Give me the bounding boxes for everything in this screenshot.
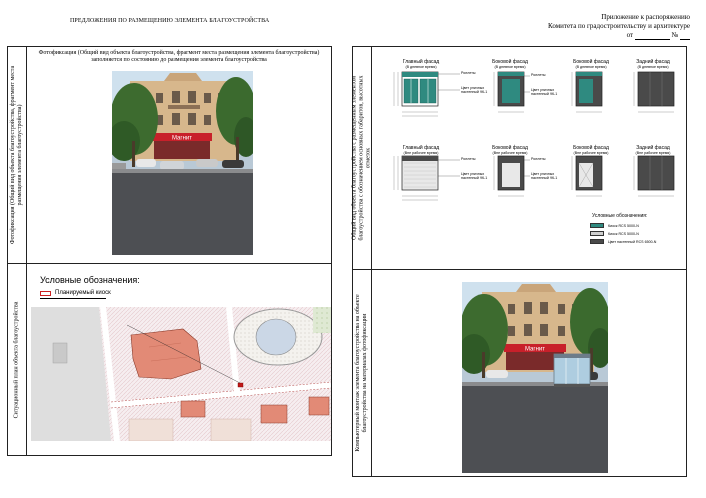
montage-side-label-2: благоустройства на материалах фотофиксац…: [362, 313, 368, 433]
facades-legend-item-1: Киоск RCS 5000-N: [590, 223, 639, 228]
montage-side-column: Компьютерный монтаж элемента благоустрой…: [353, 270, 372, 476]
facades-side-label-1: Общий вид объекта благоустройства с разм…: [351, 76, 358, 240]
facades-legend-item-2: Киоск RCS 5000-N: [590, 231, 639, 236]
number-blank: [680, 34, 690, 40]
date-prefix: от: [626, 31, 634, 39]
legend-label-2: Киоск RCS 5000-N: [608, 231, 639, 236]
facade-side2-day: [575, 71, 603, 107]
facade-title-main-day: Главный фасад (В дневное время): [398, 60, 444, 70]
facade-side-night: [497, 155, 525, 191]
plan-legend-item: Планируемый киоск: [40, 290, 111, 296]
legend-swatch-1: [590, 223, 604, 228]
montage-kiosk: [553, 353, 591, 387]
facade-title-side2-day: Боковой фасад (В дневное время): [568, 60, 614, 70]
date-blank: [634, 34, 670, 40]
approval-line-1: Приложение к распоряжению: [601, 13, 690, 21]
facade-back-day: [637, 71, 675, 107]
facade-main-day: [401, 71, 439, 107]
annot-roll-1: Роллеты: [461, 71, 476, 75]
legend-swatch-3: [590, 239, 604, 244]
annot-color-3: Цвет уличных настенный 9К-1: [461, 172, 488, 180]
photo-side-label: Фотофиксация (Общий вид объекта благоуст…: [10, 66, 24, 244]
facades-side-label-2: благоустройства с обозначением основных …: [358, 75, 365, 241]
planned-kiosk-marker: [237, 382, 244, 388]
plan-legend-title: Условные обозначения:: [40, 275, 140, 285]
approval-line-3: от №: [548, 31, 690, 40]
plan-legend-underline: [40, 298, 106, 299]
situation-plan-map: [31, 307, 331, 441]
montage-side-label-1: Компьютерный монтаж элемента благоустрой…: [355, 294, 361, 452]
photo-side-label-2: размещения элемента благоустройства): [17, 104, 23, 206]
facades-side-label-3: отметок: [365, 147, 372, 169]
plan-legend-label: Планируемый киоск: [55, 290, 111, 296]
planned-kiosk-swatch: [40, 290, 51, 296]
photo-caption-line-2: заполняется по состоянию до размещения э…: [91, 57, 267, 63]
annot-color-1: Цвет уличных настенный 9К-1: [461, 86, 488, 94]
photo-side-label-1: Фотофиксация (Общий вид объекта благоуст…: [10, 65, 16, 245]
plan-side-label: Ситуационный план объекта благоустройств…: [13, 301, 20, 418]
photo-caption: Фотофиксация (Общий вид объекта благоуст…: [27, 50, 331, 64]
photo-side-column: Фотофиксация (Общий вид объекта благоуст…: [8, 47, 27, 263]
plan-side-column: Ситуационный план объекта благоустройств…: [8, 264, 27, 455]
photo-caption-line-1: Фотофиксация (Общий вид объекта благоуст…: [38, 50, 320, 56]
annot-color-2: Цвет уличных настенный 9К-1: [531, 88, 558, 96]
facade-side2-night: [575, 155, 603, 191]
montage-photo: Магнит: [462, 282, 608, 473]
approval-note: Приложение к распоряжению Комитета по гр…: [548, 13, 690, 40]
facade-title-back-day: Задний фасад (В дневное время): [630, 60, 676, 70]
approval-line-2: Комитета по градостроительству и архитек…: [548, 22, 690, 30]
photo-panel: Фотофиксация (Общий вид объекта благоуст…: [7, 46, 332, 264]
facades-legend-title: Условные обозначения:: [592, 213, 648, 219]
annot-color-4: Цвет уличных настенный 9К-1: [531, 172, 558, 180]
annot-roll-3: Роллеты: [461, 157, 476, 161]
montage-side-label: Компьютерный монтаж элемента благоустрой…: [355, 294, 369, 451]
number-sign: №: [671, 31, 679, 39]
legend-label-3: Цвет настенный RCS 6500-N: [608, 239, 657, 244]
shop-sign-text: Магнит: [172, 136, 192, 142]
legend-swatch-2: [590, 231, 604, 236]
facade-title-side-day: Боковой фасад (В дневное время): [487, 60, 533, 70]
facades-side-column: Общий вид объекта благоустройства с разм…: [352, 47, 373, 269]
facade-back-night: [637, 155, 675, 191]
facade-main-night: [401, 155, 439, 191]
annot-roll-4: Роллеты: [531, 157, 546, 161]
annot-roll-2: Роллеты: [531, 73, 546, 77]
street-photo: Магнит: [112, 71, 253, 255]
facade-side-day: [497, 71, 525, 107]
montage-shop-sign-text: Магнит: [525, 347, 545, 353]
document-title: ПРЕДЛОЖЕНИЯ ПО РАЗМЕЩЕНИЮ ЭЛЕМЕНТА БЛАГО…: [70, 18, 270, 24]
facades-side-label: Общий вид объекта благоустройства с разм…: [352, 75, 373, 240]
legend-label-1: Киоск RCS 5000-N: [608, 223, 639, 228]
facades-legend-item-3: Цвет настенный RCS 6500-N: [590, 239, 656, 244]
